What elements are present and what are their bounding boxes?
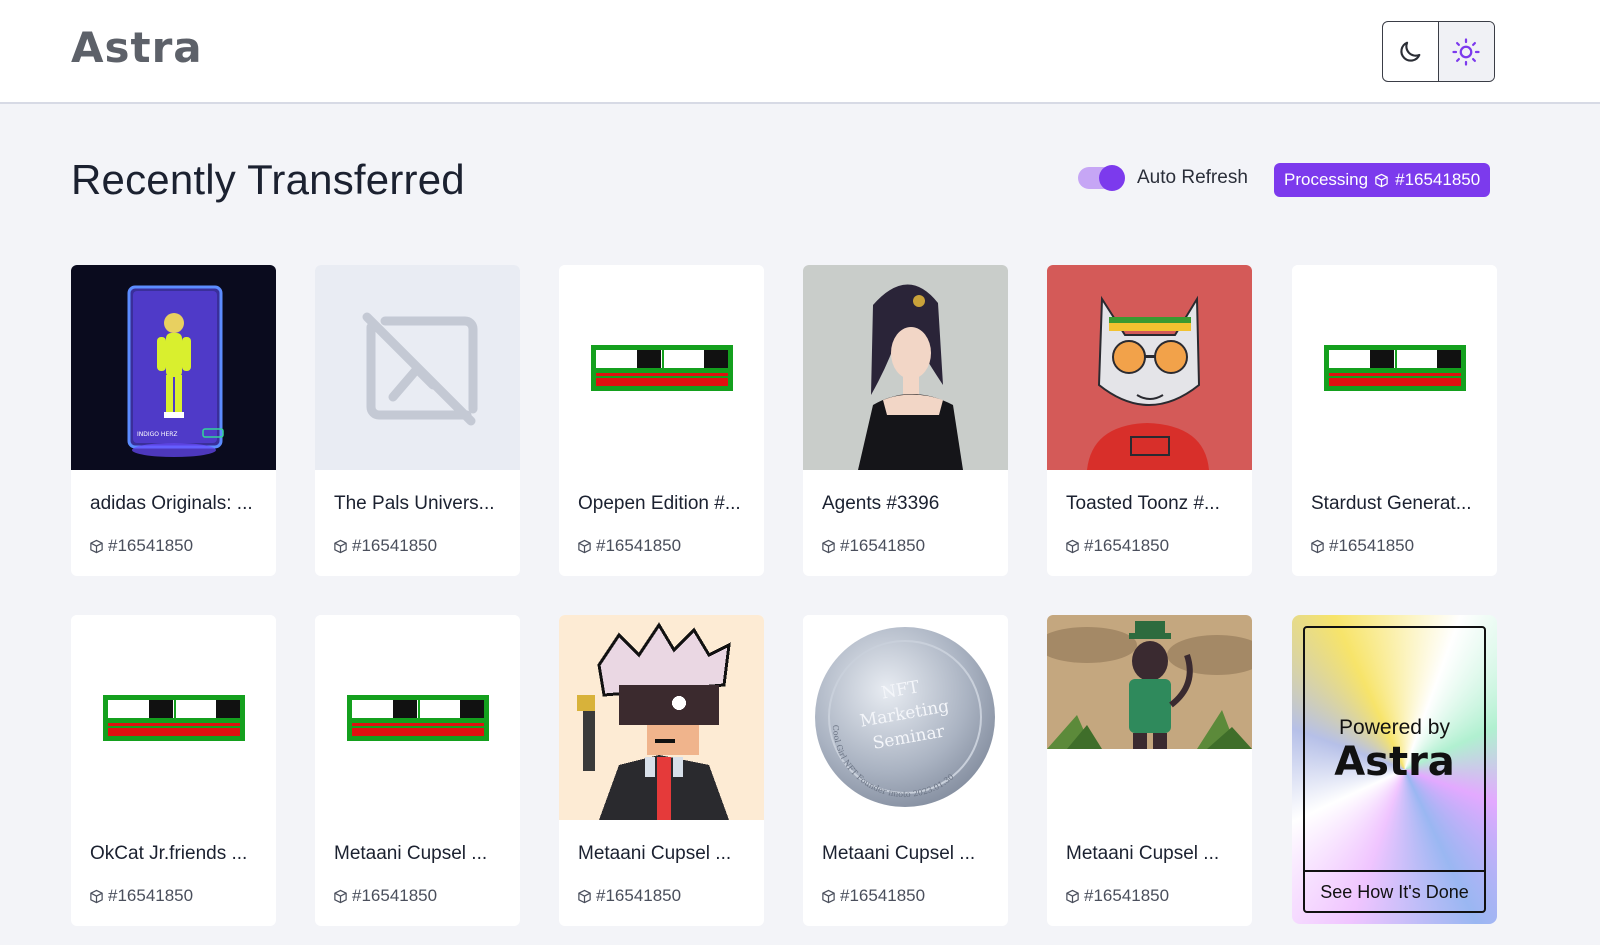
sun-icon — [1452, 37, 1480, 66]
block-number-text: #16541850 — [596, 536, 682, 555]
nft-image — [1292, 265, 1497, 470]
block-number: #16541850 — [821, 886, 925, 906]
block-number-text: #16541850 — [840, 536, 926, 555]
dark-theme-button[interactable] — [1383, 22, 1439, 81]
nft-card[interactable]: OkCat Jr.friends ... #16541850 — [71, 615, 276, 926]
theme-toggle — [1382, 21, 1495, 82]
cube-icon — [822, 539, 835, 553]
nft-image — [315, 615, 520, 820]
block-number-text: #16541850 — [1329, 536, 1415, 555]
nft-card[interactable]: Metaani Cupsel ... #16541850 — [559, 615, 764, 926]
block-number-text: #16541850 — [596, 886, 682, 905]
block-number-text: #16541850 — [1084, 886, 1170, 905]
cube-icon — [1066, 889, 1079, 903]
block-number: #16541850 — [821, 536, 925, 556]
moon-icon — [1400, 41, 1421, 62]
nft-name: The Pals Univers... — [334, 493, 495, 514]
nft-card[interactable]: NFT Marketing Seminar Cool Girl NFT Foun… — [803, 615, 1008, 926]
block-number-text: #16541850 — [108, 536, 194, 555]
nft-card[interactable]: The Pals Univers... #16541850 — [315, 265, 520, 576]
promo-powered-by: Powered by — [1339, 716, 1450, 739]
nft-name: Toasted Toonz #... — [1066, 493, 1220, 514]
block-number: #16541850 — [577, 886, 681, 906]
page-title: Recently Transferred — [71, 156, 465, 203]
cube-icon — [90, 889, 103, 903]
nft-card[interactable]: INDIGO HERZ adidas Originals: ... #16541… — [71, 265, 276, 576]
nft-image — [1047, 615, 1252, 820]
auto-refresh-toggle[interactable] — [1078, 165, 1125, 191]
block-number: #16541850 — [1065, 886, 1169, 906]
cube-icon — [578, 889, 591, 903]
light-theme-button[interactable] — [1438, 22, 1494, 81]
nft-name: Metaani Cupsel ... — [578, 843, 732, 864]
nft-image — [559, 615, 764, 820]
nft-name: adidas Originals: ... — [90, 493, 253, 514]
nft-card[interactable]: Opepen Edition #... #16541850 — [559, 265, 764, 576]
block-number-text: #16541850 — [352, 886, 438, 905]
nft-image: INDIGO HERZ — [71, 265, 276, 470]
toggle-knob — [1099, 165, 1125, 191]
block-number-text: #16541850 — [840, 886, 926, 905]
nft-card[interactable]: Toasted Toonz #... #16541850 — [1047, 265, 1252, 576]
cube-icon — [334, 539, 347, 553]
processing-block: #16541850 — [1395, 170, 1481, 189]
block-number: #16541850 — [333, 886, 437, 906]
cube-icon — [1375, 173, 1388, 187]
nft-name: Metaani Cupsel ... — [1066, 843, 1220, 864]
block-number-text: #16541850 — [352, 536, 438, 555]
block-number-text: #16541850 — [108, 886, 194, 905]
processing-label: Processing — [1284, 170, 1369, 189]
block-number: #16541850 — [1310, 536, 1414, 556]
nft-card[interactable]: Metaani Cupsel ... #16541850 — [315, 615, 520, 926]
nft-image — [803, 265, 1008, 470]
nft-name: Stardust Generat... — [1311, 493, 1472, 514]
nft-image — [71, 615, 276, 820]
auto-refresh-label: Auto Refresh — [1137, 167, 1248, 188]
nft-name: Opepen Edition #... — [578, 493, 741, 514]
cube-icon — [578, 539, 591, 553]
cube-icon — [334, 889, 347, 903]
block-number: #16541850 — [333, 536, 437, 556]
cube-icon — [1066, 539, 1079, 553]
block-number: #16541850 — [1065, 536, 1169, 556]
powered-by-astra-card[interactable]: Powered by Astra See How It's Done — [1292, 615, 1497, 924]
cube-icon — [90, 539, 103, 553]
nft-name: OkCat Jr.friends ... — [90, 843, 248, 864]
see-how-button[interactable]: See How It's Done — [1303, 870, 1486, 913]
svg-text:INDIGO HERZ: INDIGO HERZ — [137, 431, 178, 438]
block-number: #16541850 — [89, 536, 193, 556]
block-number: #16541850 — [89, 886, 193, 906]
image-off-icon — [362, 312, 478, 426]
nft-card[interactable]: Stardust Generat... #16541850 — [1292, 265, 1497, 576]
nft-card[interactable]: Metaani Cupsel ... #16541850 — [1047, 615, 1252, 926]
nft-image — [559, 265, 764, 470]
nft-image-placeholder — [315, 265, 520, 470]
nft-name: Metaani Cupsel ... — [334, 843, 488, 864]
cube-icon — [822, 889, 835, 903]
nft-name: Metaani Cupsel ... — [822, 843, 976, 864]
block-number: #16541850 — [577, 536, 681, 556]
auto-refresh-control: Auto Refresh — [1078, 165, 1248, 191]
nft-name: Agents #3396 — [822, 493, 940, 514]
nft-image — [1047, 265, 1252, 470]
block-number-text: #16541850 — [1084, 536, 1170, 555]
processing-badge: Processing #16541850 — [1274, 163, 1491, 197]
brand-logo[interactable]: Astra — [71, 24, 203, 72]
nft-image: NFT Marketing Seminar Cool Girl NFT Foun… — [803, 615, 1008, 820]
cube-icon — [1311, 539, 1324, 553]
promo-logo: Astra — [1334, 739, 1455, 785]
top-bar: Astra — [0, 0, 1600, 104]
nft-card[interactable]: Agents #3396 #16541850 — [803, 265, 1008, 576]
